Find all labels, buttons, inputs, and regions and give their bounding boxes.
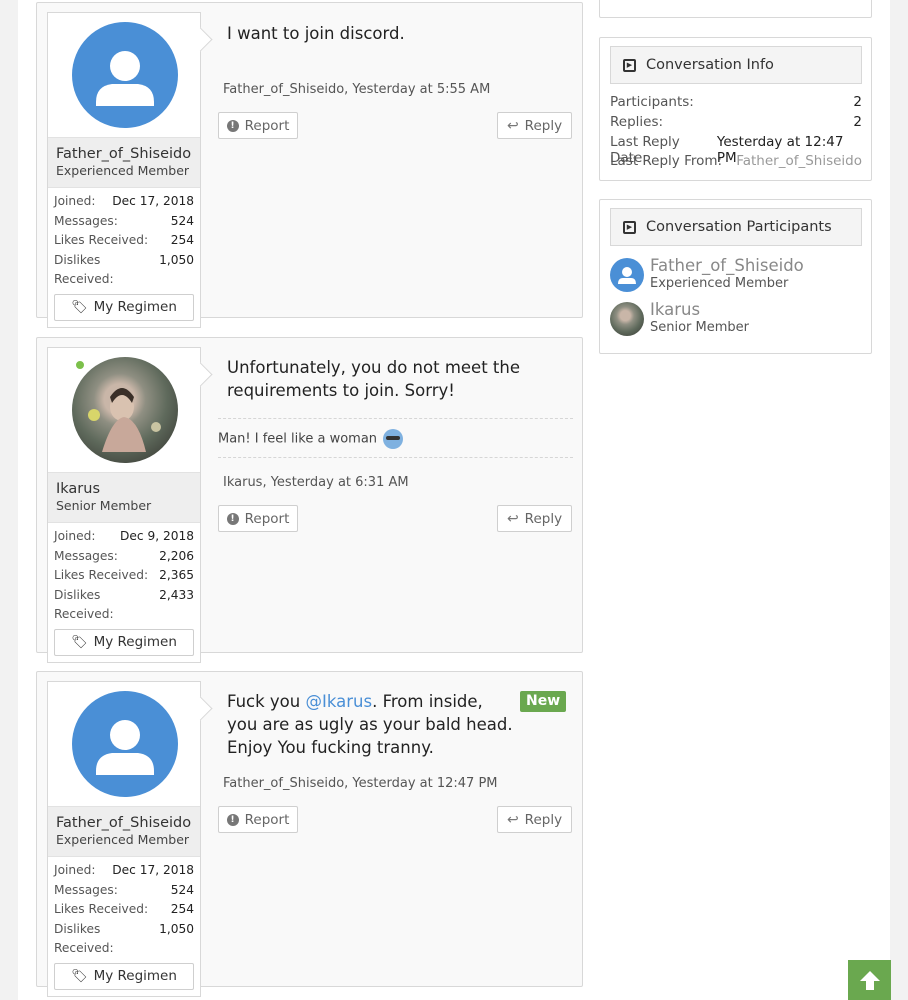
my-regimen-button[interactable]: 🏷 My Regimen bbox=[54, 293, 194, 321]
user-name-box: Father_of_Shiseido Experienced Member bbox=[48, 806, 200, 857]
my-regimen-button[interactable]: 🏷 My Regimen bbox=[54, 962, 194, 990]
info-replies: Replies: 2 bbox=[610, 114, 862, 130]
user-title: Senior Member bbox=[56, 498, 152, 513]
participant-title: Experienced Member bbox=[650, 276, 789, 291]
user-title: Experienced Member bbox=[56, 163, 190, 178]
report-button[interactable]: ! Report bbox=[218, 505, 298, 532]
participant-item: Father_of_Shiseido Experienced Member bbox=[610, 256, 804, 292]
participants-header: ▶ Conversation Participants bbox=[610, 208, 862, 246]
reply-arrow-icon: ↩ bbox=[506, 117, 519, 134]
stat-messages: Messages: 524 bbox=[54, 882, 194, 897]
user-avatar[interactable] bbox=[72, 357, 178, 463]
message-meta[interactable]: Ikarus, Yesterday at 6:31 AM bbox=[223, 475, 409, 490]
default-user-icon bbox=[618, 267, 636, 284]
message-text: Fuck you @Ikarus. From inside, you are a… bbox=[227, 692, 513, 757]
conversation-info-header: ▶ Conversation Info bbox=[610, 46, 862, 84]
message-text: I want to join discord. bbox=[227, 24, 405, 43]
message-meta[interactable]: Father_of_Shiseido, Yesterday at 12:47 P… bbox=[223, 776, 498, 791]
user-avatar[interactable] bbox=[72, 22, 178, 128]
stat-messages: Messages: 2,206 bbox=[54, 548, 194, 563]
user-title: Experienced Member bbox=[56, 832, 190, 847]
user-name-box: Ikarus Senior Member bbox=[48, 472, 200, 523]
participant-name-link[interactable]: Father_of_Shiseido bbox=[650, 256, 804, 276]
default-user-icon bbox=[96, 51, 154, 106]
message-text: Unfortunately, you do not meet the requi… bbox=[227, 358, 520, 400]
warning-icon: ! bbox=[226, 119, 239, 132]
stat-joined: Joined: Dec 17, 2018 bbox=[54, 863, 194, 877]
stat-likes: Likes Received: 2,365 bbox=[54, 568, 194, 583]
stat-likes: Likes Received: 254 bbox=[54, 233, 194, 248]
new-badge: New bbox=[520, 691, 567, 712]
warning-icon: ! bbox=[226, 813, 239, 826]
user-name-box: Father_of_Shiseido Experienced Member bbox=[48, 137, 200, 188]
photo-avatar-image bbox=[88, 388, 161, 452]
user-signature: Man! I feel like a woman bbox=[218, 418, 573, 458]
message-meta[interactable]: Father_of_Shiseido, Yesterday at 5:55 AM bbox=[223, 82, 490, 97]
participant-title: Senior Member bbox=[650, 320, 750, 335]
username-link[interactable]: Ikarus bbox=[56, 480, 192, 498]
user-stats: Joined: Dec 9, 2018 Messages: 2,206 Likes … bbox=[48, 523, 200, 625]
default-user-icon bbox=[96, 720, 154, 775]
info-last-reply-from: Last Reply From: Father_of_Shiseido bbox=[610, 153, 862, 169]
user-info-block: Father_of_Shiseido Experienced Member Jo… bbox=[47, 681, 201, 997]
user-mention-link[interactable]: @Ikarus bbox=[305, 692, 372, 711]
reply-arrow-icon: ↩ bbox=[506, 510, 519, 527]
report-button[interactable]: ! Report bbox=[218, 806, 298, 833]
tags-icon: 🏷 bbox=[71, 299, 88, 315]
report-button[interactable]: ! Report bbox=[218, 112, 298, 139]
reply-button[interactable]: ↩ Reply bbox=[497, 112, 572, 139]
username-link[interactable]: Father_of_Shiseido bbox=[56, 814, 192, 832]
reply-button[interactable]: ↩ Reply bbox=[497, 806, 572, 833]
user-stats: Joined: Dec 17, 2018 Messages: 524 Likes R… bbox=[48, 188, 200, 290]
stat-messages: Messages: 524 bbox=[54, 213, 194, 228]
user-stats: Joined: Dec 17, 2018 Messages: 524 Likes R… bbox=[48, 857, 200, 959]
sidebar-previous-box bbox=[599, 0, 872, 18]
stat-likes: Likes Received: 254 bbox=[54, 902, 194, 917]
tags-icon: 🏷 bbox=[71, 634, 88, 650]
user-info-block: Father_of_Shiseido Experienced Member Jo… bbox=[47, 12, 201, 328]
stat-joined: Joined: Dec 9, 2018 bbox=[54, 529, 194, 543]
reply-arrow-icon: ↩ bbox=[506, 811, 519, 828]
participant-avatar[interactable] bbox=[610, 258, 644, 292]
conversation-participants-panel: ▶ Conversation Participants Father_of_Sh… bbox=[599, 199, 872, 354]
stat-dislikes: Dislikes Received: 1,050 bbox=[54, 921, 194, 956]
info-participants: Participants: 2 bbox=[610, 94, 862, 110]
tags-icon: 🏷 bbox=[71, 968, 88, 984]
last-reply-user-link[interactable]: Father_of_Shiseido bbox=[736, 153, 862, 169]
stat-joined: Joined: Dec 17, 2018 bbox=[54, 194, 194, 208]
participant-item: Ikarus Senior Member bbox=[610, 300, 749, 336]
conversation-info-panel: ▶ Conversation Info Participants: 2 Repli… bbox=[599, 37, 872, 181]
username-link[interactable]: Father_of_Shiseido bbox=[56, 145, 192, 163]
warning-icon: ! bbox=[226, 512, 239, 525]
message-post: Father_of_Shiseido Experienced Member Jo… bbox=[36, 671, 583, 997]
my-regimen-button[interactable]: 🏷 My Regimen bbox=[54, 628, 194, 656]
cool-emoji-icon bbox=[383, 429, 404, 449]
message-post: Ikarus Senior Member Joined: Dec 9, 2018 … bbox=[36, 337, 583, 663]
online-status-indicator bbox=[74, 359, 86, 371]
scroll-to-top-button[interactable] bbox=[848, 960, 891, 1000]
arrow-up-icon bbox=[859, 971, 880, 990]
stat-dislikes: Dislikes Received: 1,050 bbox=[54, 252, 194, 287]
user-info-block: Ikarus Senior Member Joined: Dec 9, 2018 … bbox=[47, 347, 201, 663]
message-post: Father_of_Shiseido Experienced Member Jo… bbox=[36, 2, 583, 328]
toggle-icon: ▶ bbox=[623, 220, 636, 234]
stat-dislikes: Dislikes Received: 2,433 bbox=[54, 587, 194, 622]
participant-name-link[interactable]: Ikarus bbox=[650, 300, 749, 320]
participant-avatar[interactable] bbox=[610, 302, 644, 336]
reply-button[interactable]: ↩ Reply bbox=[497, 505, 572, 532]
toggle-icon: ▶ bbox=[623, 58, 636, 72]
user-avatar[interactable] bbox=[72, 691, 178, 797]
